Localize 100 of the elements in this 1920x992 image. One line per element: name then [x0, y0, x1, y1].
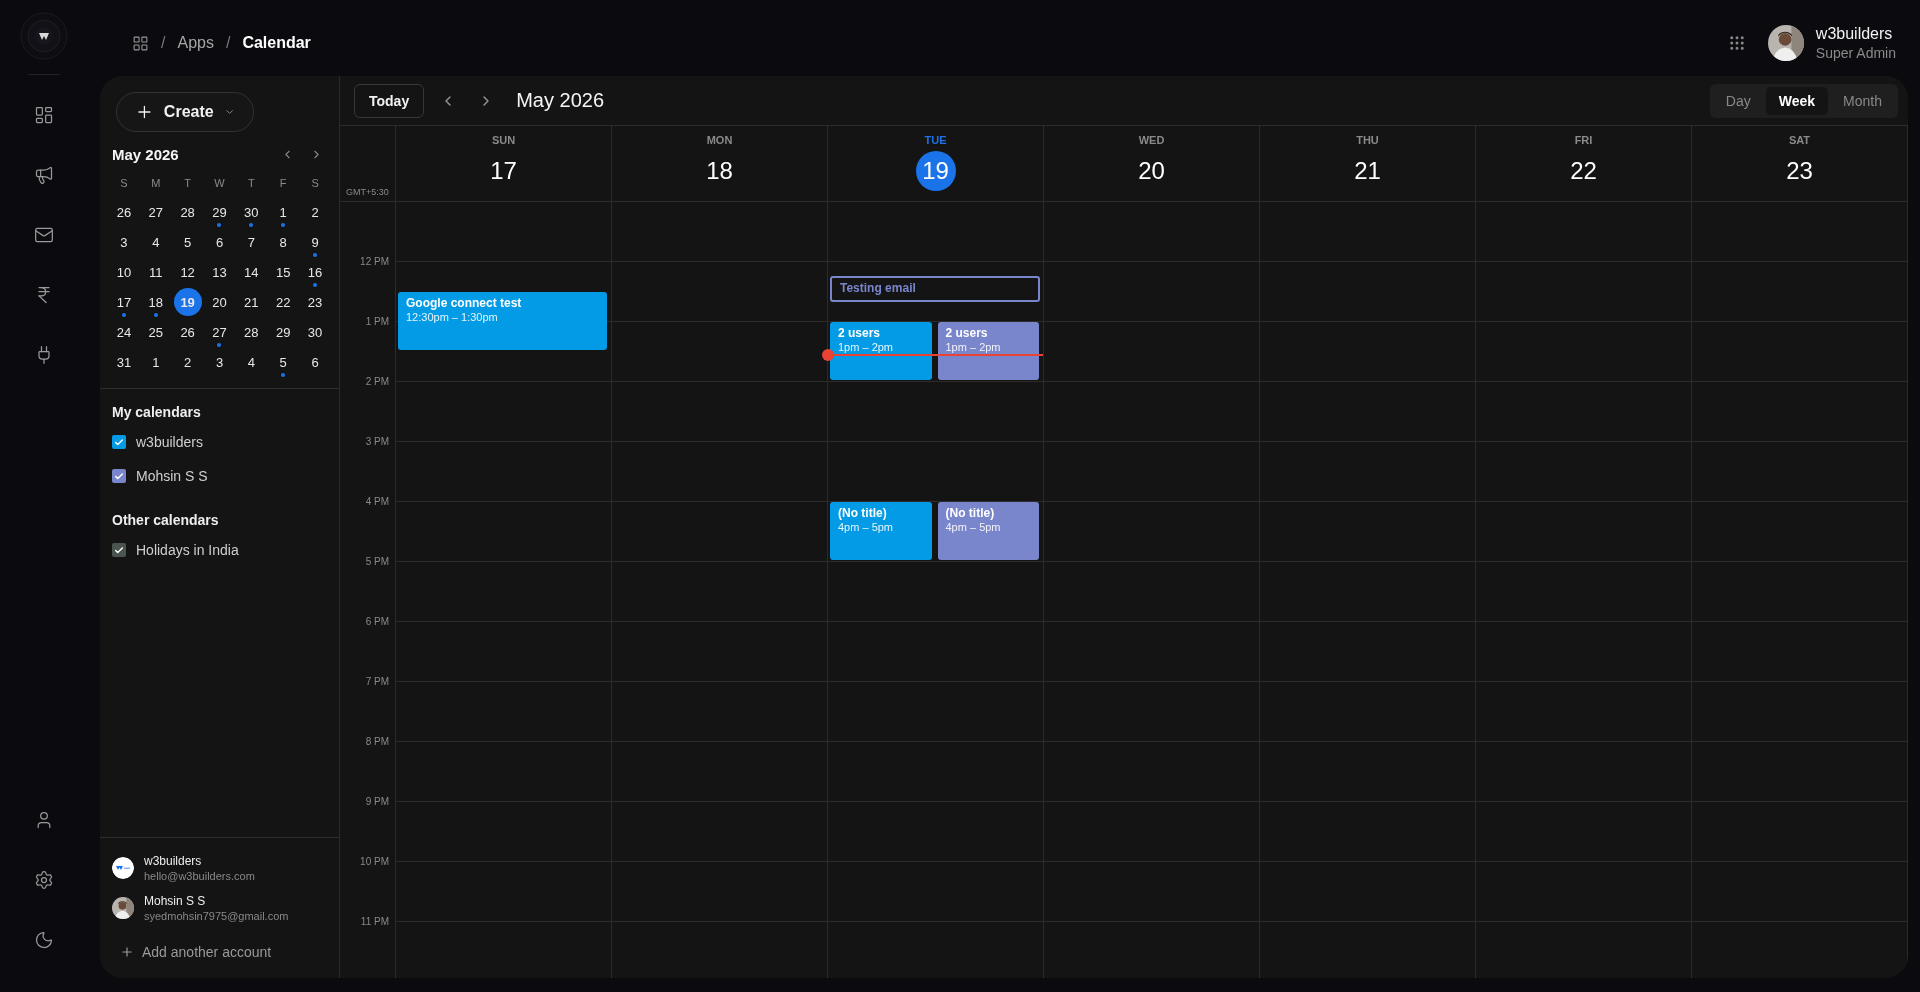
mini-calendar-day[interactable]: 6 — [308, 348, 322, 376]
weekday-label: F — [278, 176, 288, 191]
mini-calendar-day[interactable]: 1 — [276, 198, 290, 226]
mini-calendar-day[interactable]: 30 — [241, 198, 262, 226]
hour-label: 1 PM — [365, 316, 389, 328]
hour-label: 10 PM — [360, 856, 389, 868]
calendar-label: Mohsin S S — [136, 468, 208, 484]
mini-calendar-day[interactable]: 29 — [209, 198, 230, 226]
mini-calendar-day[interactable]: 25 — [145, 318, 166, 346]
plus-icon — [120, 945, 134, 959]
day-number[interactable]: 18 — [699, 151, 740, 191]
mini-calendar-day[interactable]: 22 — [272, 288, 294, 316]
mini-calendar-day[interactable]: 7 — [244, 228, 258, 256]
calendar-group-title: My calendars — [112, 403, 202, 422]
calendar-checkbox[interactable] — [112, 469, 126, 483]
calendar-checkbox[interactable] — [112, 543, 126, 557]
mini-calendar-day[interactable]: 12 — [177, 258, 198, 286]
weekday-label: T — [183, 176, 192, 191]
breadcrumb-link[interactable]: Apps — [177, 34, 214, 52]
mini-calendar-day[interactable]: 4 — [244, 348, 258, 376]
hour-label: 3 PM — [365, 436, 389, 448]
mini-calendar-day[interactable]: 2 — [181, 348, 195, 376]
mini-calendar-day[interactable]: 21 — [241, 288, 262, 316]
mini-calendar-day[interactable]: 26 — [177, 318, 198, 346]
mini-calendar-day[interactable]: 29 — [272, 318, 294, 346]
mini-calendar-day[interactable]: 26 — [113, 198, 135, 226]
mini-calendar-day[interactable]: 24 — [113, 318, 135, 346]
mini-calendar-day[interactable]: 15 — [272, 258, 294, 286]
mini-calendar-day[interactable]: 5 — [181, 228, 195, 256]
day-number[interactable]: 17 — [483, 151, 524, 191]
day-number[interactable]: 21 — [1347, 151, 1388, 191]
view-tab[interactable]: Day — [1712, 86, 1764, 115]
day-number[interactable]: 20 — [1131, 151, 1172, 191]
mini-calendar-day[interactable]: 27 — [145, 198, 166, 226]
weekday-label: T — [247, 176, 256, 191]
apps-grid-icon[interactable] — [1727, 34, 1746, 52]
day-number[interactable]: 19 — [915, 151, 956, 191]
mini-calendar-day[interactable]: 10 — [113, 258, 135, 286]
mini-calendar-day[interactable]: 6 — [212, 228, 227, 256]
mini-calendar-day[interactable]: 30 — [304, 318, 326, 346]
hour-label: 8 PM — [365, 736, 389, 748]
mini-calendar-day[interactable]: 2 — [308, 198, 322, 226]
weekday-label: FRI — [1574, 134, 1593, 146]
check-icon — [114, 470, 124, 482]
grid-icon[interactable] — [132, 34, 149, 52]
mini-calendar-day[interactable]: 11 — [146, 258, 166, 286]
hour-label: 6 PM — [365, 616, 389, 628]
hour-label: 2 PM — [365, 376, 389, 388]
day-number[interactable]: 23 — [1779, 151, 1820, 191]
account-name: w3builders — [144, 854, 203, 868]
account-name: Mohsin S S — [144, 894, 207, 908]
mini-calendar-day[interactable]: 9 — [308, 228, 322, 256]
calendar-event[interactable]: Testing email — [830, 275, 1040, 303]
weekday-label: W — [213, 176, 226, 191]
mini-calendar-day[interactable]: 23 — [304, 288, 326, 316]
calendar-title: May 2026 — [516, 89, 605, 112]
mini-calendar-day[interactable]: 3 — [117, 228, 131, 256]
create-button[interactable]: Create — [116, 92, 254, 132]
mini-calendar-day[interactable]: 13 — [209, 258, 230, 286]
day-number[interactable]: 22 — [1563, 151, 1604, 191]
weekday-label: S — [310, 176, 320, 191]
today-button[interactable]: Today — [354, 83, 425, 118]
view-tab[interactable]: Week — [1765, 86, 1829, 115]
hour-label: 9 PM — [365, 796, 389, 808]
check-icon — [114, 436, 124, 448]
mini-calendar-day[interactable]: 17 — [113, 288, 135, 316]
hour-label: 5 PM — [365, 556, 389, 568]
weekday-label: S — [119, 176, 129, 191]
view-tab[interactable]: Month — [1830, 86, 1895, 115]
weekday-label: SUN — [491, 134, 516, 146]
account-email: hello@w3builders.com — [144, 870, 255, 882]
weekday-label: TUE — [924, 134, 947, 146]
hour-label: 11 PM — [360, 916, 389, 928]
weekday-label: THU — [1356, 134, 1379, 146]
calendar-group-title: Other calendars — [112, 511, 220, 530]
mini-calendar-day[interactable]: 8 — [276, 228, 290, 256]
mini-calendar-day[interactable]: 5 — [276, 348, 290, 376]
mini-calendar-day[interactable]: 18 — [145, 288, 166, 316]
mini-calendar-day[interactable]: 28 — [241, 318, 262, 346]
check-icon — [114, 544, 124, 556]
calendar-label: w3builders — [136, 434, 203, 450]
breadcrumb-link[interactable]: Calendar — [242, 34, 311, 52]
user-name: w3builders — [1815, 25, 1894, 43]
mini-calendar-day[interactable]: 14 — [241, 258, 262, 286]
calendar-checkbox[interactable] — [112, 435, 126, 449]
hour-label: 12 PM — [360, 256, 389, 268]
mini-calendar-day[interactable]: 28 — [177, 198, 198, 226]
mini-calendar-day[interactable]: 31 — [113, 348, 135, 376]
mini-calendar-day[interactable]: 19 — [173, 288, 202, 316]
mini-calendar-day[interactable]: 27 — [209, 318, 230, 346]
mini-calendar-day[interactable]: 4 — [149, 228, 163, 256]
mini-calendar-day[interactable]: 1 — [149, 348, 163, 376]
weekday-label: MON — [706, 134, 733, 146]
mini-calendar-day[interactable]: 16 — [304, 258, 326, 286]
mini-calendar-day[interactable]: 20 — [209, 288, 230, 316]
weekday-label: SAT — [1788, 134, 1811, 146]
mini-calendar-day[interactable]: 3 — [212, 348, 227, 376]
timezone-label: GMT+5:30 — [346, 187, 389, 197]
weekday-label: M — [150, 176, 162, 191]
add-account-button[interactable]: Add another account — [112, 936, 327, 968]
